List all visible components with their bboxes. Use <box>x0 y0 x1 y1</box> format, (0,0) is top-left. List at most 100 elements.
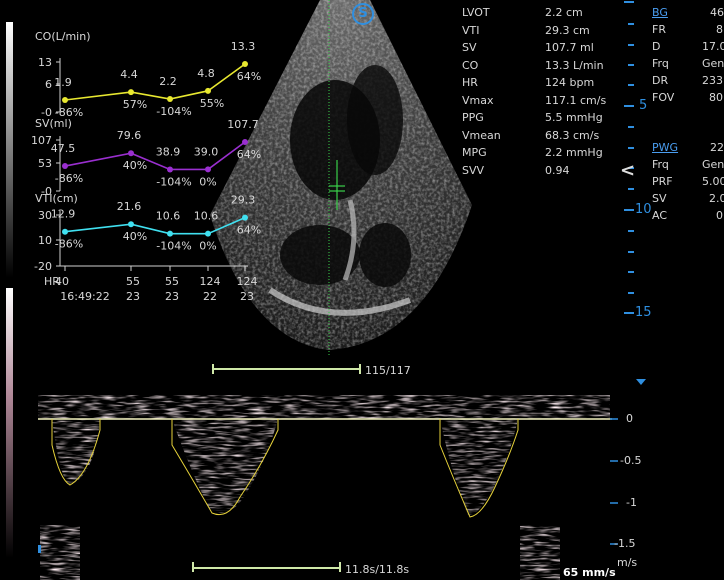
co-data-point <box>205 87 211 94</box>
time-label: 23 <box>165 290 179 303</box>
bmode-gain-link[interactable]: BG <box>652 6 668 19</box>
vti-value-label: 21.6 <box>117 200 142 213</box>
measurement-row: SVV 0.94 <box>462 164 622 182</box>
time-label: 23 <box>240 290 254 303</box>
bmode-params: BG 46 FR 8 D 17.0 Frq Gen DR 233 FOV 80 <box>652 6 724 108</box>
hr-label: HR <box>44 275 60 288</box>
doppler-scale-0: 0 <box>626 412 633 425</box>
vti-percent-label: 40% <box>123 230 147 243</box>
co-percent-label: 55% <box>200 97 224 110</box>
trend-chart: 136-01.9-86%4.457%2.2-104%4.855%13.364%1… <box>31 40 261 303</box>
measurement-label: LVOT <box>462 6 490 19</box>
vti-value-label: 10.6 <box>194 210 219 223</box>
doppler-scale-neg15: -1.5 <box>614 537 636 550</box>
measurement-label: HR <box>462 76 478 89</box>
frame-scrubber-start <box>212 364 214 374</box>
measurement-value: 107.7 ml <box>545 41 594 54</box>
time-counter: 11.8s/11.8s <box>345 563 410 576</box>
sv-data-point <box>167 166 173 173</box>
param-value: 0 <box>716 209 723 222</box>
param-label: PRF <box>652 175 673 188</box>
measurement-value: 29.3 cm <box>545 23 590 37</box>
co-data-point <box>167 96 173 103</box>
sv-data-point <box>62 163 68 170</box>
param-value: 233 <box>702 74 723 87</box>
pw-gain-link[interactable]: PWG <box>652 141 678 154</box>
param-value: 5.00 <box>702 175 724 188</box>
measurement-value: 117.1 cm/s <box>545 93 607 107</box>
vti-label: VTI(cm) <box>35 192 78 205</box>
param-label: FR <box>652 23 666 36</box>
pw-params: PWG 22 Frq Gen PRF 5.00 SV 2.0 AC 0 <box>652 141 724 226</box>
doppler-scale-neg05: -0.5 <box>620 454 642 467</box>
sv-data-point <box>128 150 134 157</box>
measurement-label: VTI <box>462 23 480 37</box>
measurement-label: SV <box>462 41 477 54</box>
param-label: SV <box>652 192 667 205</box>
param-label: FOV <box>652 91 675 104</box>
pw-gain-value: 22 <box>710 141 724 154</box>
vti-percent-label: 64% <box>237 224 261 237</box>
co-value-label: 4.4 <box>120 68 138 81</box>
param-label: Frq <box>652 158 669 171</box>
sv-percent-label: 64% <box>237 148 261 161</box>
measurement-value: 0.94 <box>545 163 570 177</box>
co-value-label: 13.3 <box>231 40 256 53</box>
vti-value-label: 10.6 <box>156 210 181 223</box>
param-value: 17.0 <box>702 40 724 53</box>
co-percent-label: 64% <box>237 70 261 83</box>
hr-value-label: 55 <box>165 275 179 288</box>
param-label: AC <box>652 209 668 222</box>
co-data-point <box>62 97 68 103</box>
measurement-row: HR 124 bpm <box>462 76 622 94</box>
co-value-label: 1.9 <box>54 76 72 89</box>
hr-value-label: 55 <box>126 275 140 288</box>
focus-marker-icon: < <box>620 160 636 181</box>
co-percent-label: 57% <box>123 98 147 111</box>
sv-percent-label: 0% <box>199 175 216 188</box>
measurement-row: VTI 29.3 cm <box>462 24 622 42</box>
sv-value-label: 38.9 <box>156 145 181 158</box>
vti-value-label: 29.3 <box>231 194 256 207</box>
frame-scrubber[interactable] <box>213 368 361 370</box>
depth-label-5: 5 <box>639 98 648 113</box>
measurement-label: MPG <box>462 146 487 159</box>
co-label: CO(L/min) <box>35 30 91 43</box>
measurement-value: 5.5 mmHg <box>545 111 603 124</box>
frame-scrubber-handle[interactable] <box>359 364 361 374</box>
vti-percent-label: -104% <box>156 240 191 253</box>
hr-value-label: 124 <box>200 275 221 288</box>
co-y-tick-label: 13 <box>38 56 52 69</box>
co-value-label: 4.8 <box>197 67 215 80</box>
sv-value-label: 39.0 <box>194 145 219 158</box>
sv-data-point <box>242 139 248 145</box>
measurement-value: 68.3 cm/s <box>545 128 600 142</box>
measurement-row: CO 13.3 L/min <box>462 59 622 77</box>
param-value: 2.0 <box>709 192 724 205</box>
sv-value-label: 79.6 <box>117 129 142 142</box>
param-value: 80 <box>709 91 723 104</box>
time-scrubber-handle[interactable] <box>339 562 341 572</box>
sv-percent-label: -86% <box>55 172 83 185</box>
co-y-tick-label: 6 <box>45 78 52 91</box>
measurement-label: CO <box>462 58 479 72</box>
vti-percent-label: 0% <box>199 240 216 253</box>
measurement-label: SVV <box>462 163 485 177</box>
time-scrubber[interactable] <box>193 567 341 569</box>
time-label: 16:49:22 <box>60 290 109 303</box>
measurement-row: Vmax 117.1 cm/s <box>462 94 622 112</box>
measurement-value: 13.3 L/min <box>545 58 604 72</box>
sv-value-label: 107.7 <box>227 118 259 131</box>
param-value: Gen <box>702 57 724 70</box>
depth-label-10: 10 <box>635 202 652 217</box>
vti-y-tick-label: 10 <box>38 234 52 247</box>
sv-y-tick-label: 107 <box>31 134 52 147</box>
measurement-row: Vmean 68.3 cm/s <box>462 129 622 147</box>
doppler-unit: m/s <box>617 556 638 569</box>
vti-percent-label: -86% <box>55 238 83 251</box>
sv-value-label: 47.5 <box>51 142 76 155</box>
vti-value-label: 12.9 <box>51 208 76 221</box>
co-value-label: 2.2 <box>159 75 177 88</box>
co-percent-label: -104% <box>156 105 191 118</box>
sv-percent-label: -104% <box>156 175 191 188</box>
